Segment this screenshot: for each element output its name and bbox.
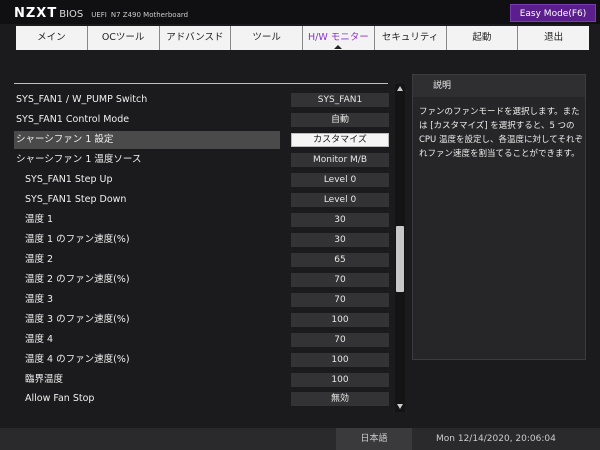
setting-value[interactable]: 自動 bbox=[291, 113, 389, 127]
tab-main[interactable]: メイン bbox=[16, 26, 88, 50]
nzxt-logo: NZXT bbox=[14, 6, 58, 21]
setting-value[interactable]: Level 0 bbox=[291, 173, 389, 187]
setting-value[interactable]: 30 bbox=[291, 233, 389, 247]
scrollbar-thumb[interactable] bbox=[396, 226, 404, 292]
setting-value[interactable]: Level 0 bbox=[291, 193, 389, 207]
setting-value[interactable]: 30 bbox=[291, 213, 389, 227]
tab-exit[interactable]: 退出 bbox=[518, 26, 589, 50]
active-tab-caret-icon bbox=[334, 45, 343, 49]
easy-mode-button[interactable]: Easy Mode(F6) bbox=[510, 4, 596, 22]
setting-label: SYS_FAN1 / W_PUMP Switch bbox=[16, 94, 148, 105]
setting-value[interactable]: 65 bbox=[291, 253, 389, 267]
help-text: ファンのファンモードを選択します。または [カスタマイズ] を選択すると、5 つ… bbox=[419, 107, 583, 159]
help-title: 説明 bbox=[413, 75, 585, 97]
setting-label: 温度 1 のファン速度(%) bbox=[25, 234, 130, 245]
divider bbox=[14, 83, 388, 84]
setting-label: SYS_FAN1 Step Up bbox=[25, 174, 113, 185]
top-bar: NZXT BIOS UEFI N7 Z490 Motherboard Easy … bbox=[0, 0, 600, 24]
language-button[interactable]: 日本語 bbox=[336, 428, 412, 450]
setting-value[interactable]: 70 bbox=[291, 273, 389, 287]
scroll-up-arrow-icon[interactable] bbox=[397, 86, 403, 91]
setting-value[interactable]: SYS_FAN1 bbox=[291, 93, 389, 107]
setting-value[interactable]: 無効 bbox=[291, 392, 389, 406]
setting-label: 温度 3 のファン速度(%) bbox=[25, 314, 130, 325]
tab-hw-monitor[interactable]: H/W モニター bbox=[303, 26, 375, 50]
setting-label: Allow Fan Stop bbox=[25, 393, 95, 404]
setting-label: 温度 1 bbox=[25, 214, 54, 225]
setting-label: SYS_FAN1 Control Mode bbox=[16, 114, 130, 125]
main-tabs: メイン OCツール アドバンスド ツール H/W モニター セキュリティ 起動 … bbox=[16, 26, 589, 50]
setting-row-selected[interactable]: シャーシファン 1 設定 bbox=[14, 131, 280, 149]
setting-value[interactable]: 100 bbox=[291, 373, 389, 387]
brand: NZXT BIOS UEFI N7 Z490 Motherboard bbox=[14, 6, 188, 21]
setting-label: シャーシファン 1 設定 bbox=[16, 134, 114, 145]
setting-value[interactable]: Monitor M/B bbox=[291, 153, 389, 167]
setting-label: 臨界温度 bbox=[25, 374, 64, 385]
uefi-label: UEFI bbox=[91, 11, 107, 19]
setting-label: 温度 4 のファン速度(%) bbox=[25, 354, 130, 365]
setting-label: 温度 3 bbox=[25, 294, 54, 305]
tab-advanced[interactable]: アドバンスド bbox=[159, 26, 232, 50]
setting-value[interactable]: 100 bbox=[291, 313, 389, 327]
setting-label: 温度 2 のファン速度(%) bbox=[25, 274, 130, 285]
setting-label: SYS_FAN1 Step Down bbox=[25, 194, 127, 205]
setting-value-selected[interactable]: カスタマイズ bbox=[291, 133, 389, 147]
board-name: N7 Z490 Motherboard bbox=[110, 11, 189, 19]
scroll-down-arrow-icon[interactable] bbox=[397, 404, 403, 409]
date-time: Mon 12/14/2020, 20:06:04 bbox=[436, 434, 556, 444]
setting-label: シャーシファン 1 温度ソース bbox=[16, 154, 142, 165]
help-panel: 説明 ファンのファンモードを選択します。または [カスタマイズ] を選択すると、… bbox=[412, 74, 586, 360]
bios-label: BIOS bbox=[59, 9, 84, 20]
tab-security[interactable]: セキュリティ bbox=[374, 26, 447, 50]
setting-value[interactable]: 70 bbox=[291, 333, 389, 347]
setting-value[interactable]: 100 bbox=[291, 353, 389, 367]
tab-tools[interactable]: ツール bbox=[231, 26, 303, 50]
setting-label: 温度 4 bbox=[25, 334, 54, 345]
bottom-bar: 日本語 Mon 12/14/2020, 20:06:04 bbox=[0, 428, 600, 450]
setting-label: 温度 2 bbox=[25, 254, 54, 265]
setting-value[interactable]: 70 bbox=[291, 293, 389, 307]
tab-oc-tools[interactable]: OCツール bbox=[87, 26, 160, 50]
tab-boot[interactable]: 起動 bbox=[446, 26, 519, 50]
